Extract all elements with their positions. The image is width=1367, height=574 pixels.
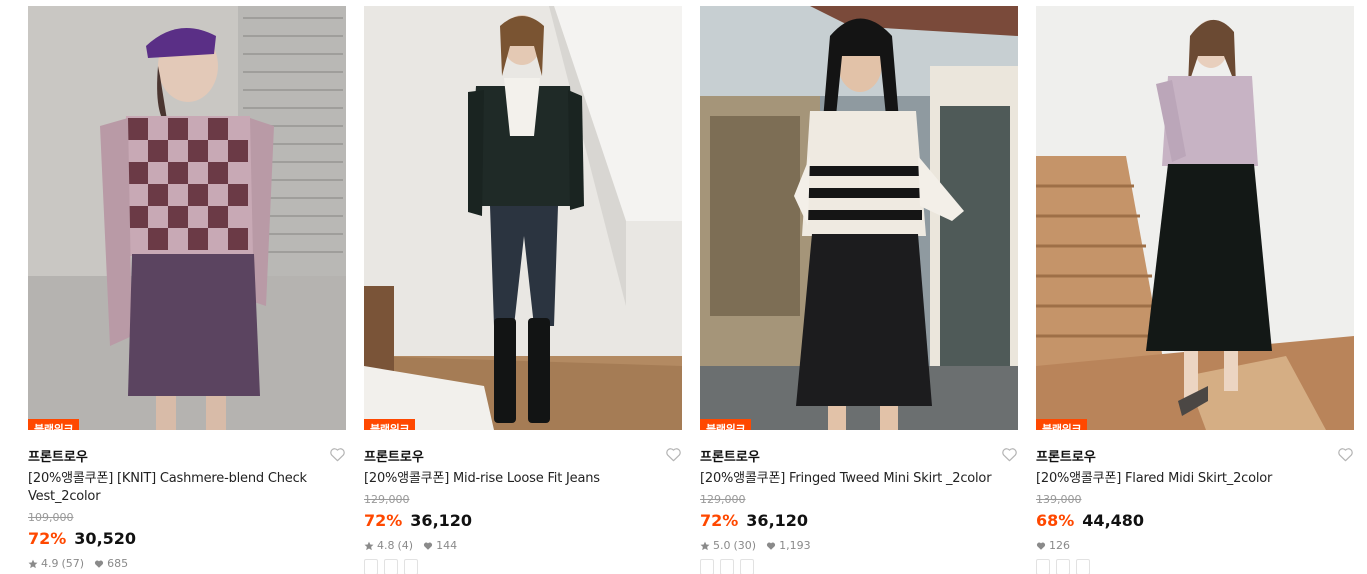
sale-price: 36,120	[410, 511, 473, 530]
review-count: (30)	[733, 539, 757, 552]
promo-badge: 블랙위크	[1036, 419, 1088, 430]
product-photo-check-vest	[28, 6, 346, 430]
product-title[interactable]: [20%앵콜쿠폰] Fringed Tweed Mini Skirt _2col…	[700, 470, 1000, 488]
review-count: (4)	[397, 539, 414, 552]
product-image[interactable]: 블랙위크	[700, 6, 1018, 430]
product-tag	[740, 559, 754, 574]
product-meta: 4.8 (4) 144	[364, 539, 682, 553]
heart-filled-icon	[424, 542, 433, 550]
rating-value: 4.8	[377, 539, 395, 552]
original-price: 109,000	[28, 511, 74, 524]
promo-badge: 블랙위크	[700, 419, 752, 430]
likes-count: 144	[436, 539, 458, 552]
discount-rate: 68%	[1036, 511, 1075, 530]
price-row: 72% 30,520	[28, 528, 346, 550]
heart-outline-icon[interactable]	[1337, 447, 1354, 462]
tag-list	[700, 559, 1018, 574]
product-photo-loose-jeans	[364, 6, 682, 430]
brand-name[interactable]: 프론트로우	[364, 450, 424, 465]
review-count: (57)	[61, 557, 85, 570]
original-price: 129,000	[700, 493, 746, 506]
product-tag	[1036, 559, 1050, 574]
sale-price: 44,480	[1082, 511, 1145, 530]
product-photo-midi-skirt	[1036, 6, 1354, 430]
product-tag	[364, 559, 378, 574]
product-title[interactable]: [20%앵콜쿠폰] Mid-rise Loose Fit Jeans	[364, 470, 664, 488]
likes-group: 1,193	[766, 539, 811, 553]
brand-row: 프론트로우	[364, 446, 682, 465]
product-photo-tweed-skirt	[700, 6, 1018, 430]
product-image[interactable]: 블랙위크	[1036, 6, 1354, 430]
brand-row: 프론트로우	[700, 446, 1018, 465]
price-row: 72% 36,120	[700, 510, 1018, 532]
likes-group: 685	[94, 557, 128, 571]
product-tag	[404, 559, 418, 574]
sale-price: 30,520	[74, 529, 137, 548]
product-card[interactable]: 블랙위크 프론트로우 [20%앵콜쿠폰] Flared Midi Skirt_2…	[1036, 6, 1354, 574]
product-tag	[700, 559, 714, 574]
price-row: 72% 36,120	[364, 510, 682, 532]
product-tag	[1076, 559, 1090, 574]
brand-row: 프론트로우	[1036, 446, 1354, 465]
original-price: 129,000	[364, 493, 410, 506]
product-card[interactable]: 블랙위크 프론트로우 [20%앵콜쿠폰] [KNIT] Cashmere-ble…	[28, 6, 346, 574]
heart-outline-icon[interactable]	[665, 447, 682, 462]
likes-group: 126	[1036, 539, 1070, 553]
product-title[interactable]: [20%앵콜쿠폰] [KNIT] Cashmere-blend Check Ve…	[28, 470, 328, 506]
brand-row: 프론트로우	[28, 446, 346, 465]
heart-filled-icon	[1036, 542, 1046, 550]
discount-rate: 72%	[364, 511, 403, 530]
brand-name[interactable]: 프론트로우	[700, 450, 760, 465]
heart-filled-icon	[767, 542, 776, 550]
star-icon	[28, 559, 38, 569]
discount-rate: 72%	[700, 511, 739, 530]
product-tag	[384, 559, 398, 574]
brand-name[interactable]: 프론트로우	[1036, 450, 1096, 465]
product-card[interactable]: 블랙위크 프론트로우 [20%앵콜쿠폰] Fringed Tweed Mini …	[700, 6, 1018, 574]
product-image[interactable]: 블랙위크	[28, 6, 346, 430]
rating-value: 5.0	[713, 539, 731, 552]
original-price: 139,000	[1036, 493, 1082, 506]
likes-group: 144	[423, 539, 457, 553]
likes-count: 126	[1049, 539, 1070, 552]
star-icon	[700, 541, 710, 551]
likes-count: 1,193	[779, 539, 811, 552]
heart-filled-icon	[95, 560, 104, 568]
price-row: 68% 44,480	[1036, 510, 1354, 532]
promo-badge: 블랙위크	[28, 419, 80, 430]
rating-group: 4.9 (57)	[28, 557, 84, 571]
heart-outline-icon[interactable]	[1001, 447, 1018, 462]
heart-outline-icon[interactable]	[329, 447, 346, 462]
brand-name[interactable]: 프론트로우	[28, 450, 88, 465]
product-card[interactable]: 블랙위크 프론트로우 [20%앵콜쿠폰] Mid-rise Loose Fit …	[364, 6, 682, 574]
star-icon	[364, 541, 374, 551]
product-meta: 4.9 (57) 685	[28, 557, 346, 571]
product-image[interactable]: 블랙위크	[364, 6, 682, 430]
product-tag	[720, 559, 734, 574]
likes-count: 685	[107, 557, 129, 570]
product-title[interactable]: [20%앵콜쿠폰] Flared Midi Skirt_2color	[1036, 470, 1336, 488]
product-meta: 126	[1036, 539, 1354, 553]
promo-badge: 블랙위크	[364, 419, 416, 430]
rating-group: 5.0 (30)	[700, 539, 756, 553]
product-tag	[1056, 559, 1070, 574]
product-meta: 5.0 (30) 1,193	[700, 539, 1018, 553]
rating-group: 4.8 (4)	[364, 539, 413, 553]
sale-price: 36,120	[746, 511, 809, 530]
product-grid: 블랙위크 프론트로우 [20%앵콜쿠폰] [KNIT] Cashmere-ble…	[0, 0, 1367, 574]
tag-list	[1036, 559, 1354, 574]
rating-value: 4.9	[41, 557, 59, 570]
discount-rate: 72%	[28, 529, 67, 548]
tag-list	[364, 559, 682, 574]
